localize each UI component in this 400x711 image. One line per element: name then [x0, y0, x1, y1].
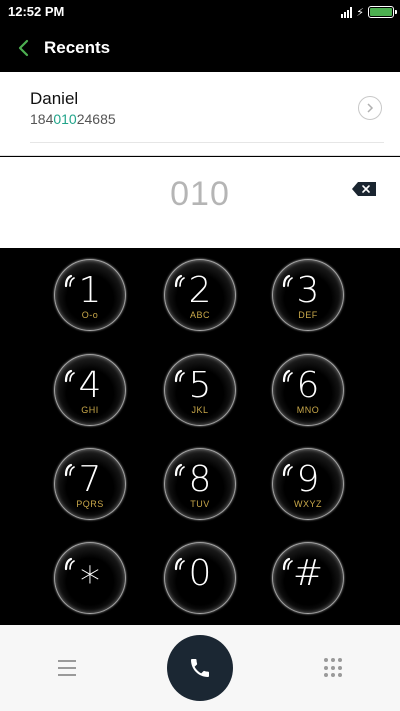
status-icons: ⚡ — [341, 4, 397, 20]
dial-input[interactable]: 010 — [0, 175, 400, 214]
number-suffix: 24685 — [76, 111, 116, 127]
key-letters: DEF — [298, 310, 318, 320]
key-star[interactable]: * — [54, 542, 126, 614]
key-7[interactable]: 7 PQRS — [54, 448, 126, 520]
key-digit: * — [80, 559, 100, 605]
key-letters: ABC — [189, 310, 210, 320]
key-letters: WXYZ — [294, 499, 322, 509]
key-5[interactable]: 5 JKL — [164, 354, 236, 426]
page-title: Recents — [44, 38, 111, 57]
menu-icon[interactable] — [58, 660, 76, 676]
contact-number: 18401024685 — [30, 111, 116, 127]
key-hash[interactable]: # — [272, 542, 344, 614]
chevron-right-icon — [367, 103, 374, 113]
key-letters: MNO — [296, 405, 320, 415]
key-9[interactable]: 9 WXYZ — [272, 448, 344, 520]
keypad: 1 O-o 2 ABC 3 DEF 4 GHI 5 JKL 6 MNO 7 PQRS 8 TUV 9 WXYZ * 0… — [0, 248, 400, 625]
call-button[interactable] — [167, 635, 233, 701]
key-letters: O-o — [81, 310, 99, 320]
battery-icon — [368, 6, 397, 18]
status-bar: 12:52 PM ⚡ — [0, 0, 400, 24]
header: Recents — [0, 24, 400, 72]
charging-icon: ⚡ — [356, 6, 364, 19]
dial-input-area: 010 — [0, 157, 400, 248]
key-1[interactable]: 1 O-o — [54, 259, 126, 331]
backspace-icon[interactable] — [352, 182, 376, 196]
key-digit: 3 — [296, 270, 320, 311]
chevron-left-icon[interactable] — [14, 36, 34, 60]
phone-icon — [191, 659, 209, 677]
key-letters: GHI — [81, 405, 99, 415]
key-letters: JKL — [191, 405, 209, 415]
contact-details-button[interactable] — [358, 96, 382, 120]
contact-name: Daniel — [30, 89, 79, 108]
key-3[interactable]: 3 DEF — [272, 259, 344, 331]
key-digit: 5 — [188, 365, 212, 406]
number-prefix: 184 — [30, 111, 54, 127]
key-digit: 0 — [188, 553, 212, 594]
key-letters: TUV — [190, 499, 210, 509]
key-digit: 1 — [78, 270, 102, 311]
signal-icon — [341, 6, 353, 18]
key-digit: # — [292, 553, 324, 594]
key-2[interactable]: 2 ABC — [164, 259, 236, 331]
key-digit: 6 — [296, 365, 320, 406]
key-8[interactable]: 8 TUV — [164, 448, 236, 520]
key-digit: 2 — [188, 270, 212, 311]
status-time: 12:52 PM — [8, 4, 65, 19]
key-0[interactable]: 0 — [164, 542, 236, 614]
key-6[interactable]: 6 MNO — [272, 354, 344, 426]
key-digit: 8 — [188, 459, 212, 500]
bottom-bar — [0, 625, 400, 711]
number-match: 010 — [53, 111, 77, 127]
dialpad-icon[interactable] — [324, 658, 344, 678]
key-letters: PQRS — [76, 499, 104, 509]
contact-suggestion[interactable]: Daniel 18401024685 — [0, 72, 400, 156]
key-digit: 9 — [296, 459, 320, 500]
key-digit: 7 — [78, 459, 102, 500]
key-4[interactable]: 4 GHI — [54, 354, 126, 426]
key-digit: 4 — [78, 365, 102, 406]
divider — [30, 142, 384, 143]
